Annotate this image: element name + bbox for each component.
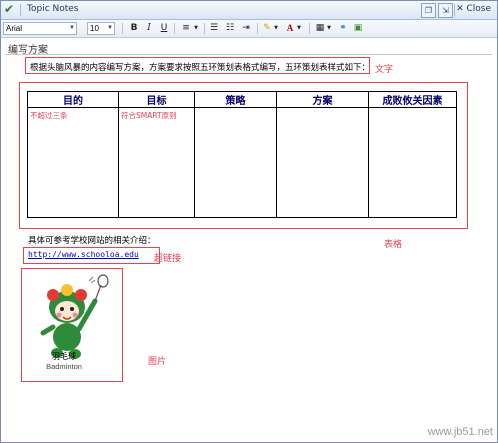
table-header-cell: 策略 bbox=[194, 91, 277, 108]
toolbar-separator bbox=[204, 23, 205, 34]
text-annotation-label: 文字 bbox=[375, 65, 394, 75]
table-header-cell: 目标 bbox=[118, 91, 195, 108]
image-annotation-label: 图片 bbox=[148, 357, 167, 367]
italic-button[interactable]: I bbox=[144, 22, 154, 34]
image-caption-chinese: 羽毛球 bbox=[52, 352, 76, 361]
hyperlink-icon[interactable]: ⚭ bbox=[337, 22, 349, 34]
table-cell[interactable] bbox=[368, 107, 457, 218]
watermark: www.jb51.net bbox=[427, 426, 493, 438]
table-header-cell: 方案 bbox=[276, 91, 369, 108]
title-bar: ✔ Topic Notes ❐ ⇲ ✕ Close bbox=[1, 1, 497, 20]
table-cell[interactable]: 符合SMART原则 bbox=[118, 107, 195, 218]
highlight-icon[interactable]: ✎ bbox=[261, 22, 273, 34]
restore-icon[interactable]: ❐ bbox=[421, 3, 436, 18]
school-website-link[interactable]: http://www.schooloa.edu bbox=[28, 250, 139, 259]
table-cell[interactable] bbox=[276, 107, 369, 218]
toolbar-separator bbox=[309, 23, 310, 34]
insert-image-icon[interactable]: ▣ bbox=[352, 22, 364, 34]
table-row: 不超过三条 符合SMART原则 bbox=[27, 107, 457, 218]
font-color-icon[interactable]: A bbox=[285, 22, 295, 34]
underline-button[interactable]: U bbox=[159, 22, 169, 34]
five-ring-plan-table: 目的 目标 策略 方案 成败攸关因素 不超过三条 符合SMART原则 bbox=[27, 91, 457, 218]
export-icon[interactable]: ⇲ bbox=[438, 3, 453, 18]
table-header-row: 目的 目标 策略 方案 成败攸关因素 bbox=[27, 91, 457, 108]
close-label: Close bbox=[466, 4, 491, 14]
topic-notes-window: ✔ Topic Notes ❐ ⇲ ✕ Close Arial ▼ 10 ▼ B… bbox=[0, 0, 498, 443]
link-annotation-label: 超链接 bbox=[154, 254, 182, 264]
table-icon[interactable]: ▦ bbox=[314, 22, 326, 34]
table-header-cell: 目的 bbox=[27, 91, 119, 108]
font-size-select[interactable]: 10 ▼ bbox=[87, 22, 115, 35]
table-annotation-label: 表格 bbox=[384, 240, 403, 250]
check-icon[interactable]: ✔ bbox=[4, 3, 16, 15]
title-divider bbox=[5, 54, 492, 55]
close-button[interactable]: ✕ Close bbox=[456, 4, 491, 14]
formatting-toolbar: Arial ▼ 10 ▼ B I U ≡ ▼ ☰ ☷ ⇥ ✎ ▼ A ▼ ▦ ▼… bbox=[1, 20, 497, 38]
close-icon: ✕ bbox=[456, 4, 467, 14]
table-cell[interactable] bbox=[194, 107, 277, 218]
bulleted-list-icon[interactable]: ☰ bbox=[208, 22, 220, 34]
font-family-value: Arial bbox=[6, 24, 23, 33]
intro-text: 根据头脑风暴的内容编写方案，方案要求按照五环策划表格式编写，五环策划表样式如下： bbox=[30, 63, 371, 73]
chevron-down-icon: ▼ bbox=[107, 25, 113, 31]
align-icon[interactable]: ≡ bbox=[179, 22, 193, 34]
toolbar-separator bbox=[257, 23, 258, 34]
numbered-list-icon[interactable]: ☷ bbox=[224, 22, 236, 34]
font-family-select[interactable]: Arial ▼ bbox=[3, 22, 77, 35]
title-separator-2 bbox=[454, 4, 455, 16]
toolbar-separator bbox=[122, 23, 123, 34]
chevron-down-icon[interactable]: ▼ bbox=[193, 22, 199, 34]
table-header-cell: 成败攸关因素 bbox=[368, 91, 457, 108]
image-caption-english: Badminton bbox=[46, 362, 82, 371]
chevron-down-icon[interactable]: ▼ bbox=[273, 22, 279, 34]
title-separator bbox=[20, 4, 21, 16]
table-cell[interactable]: 不超过三条 bbox=[27, 107, 119, 218]
indent-icon[interactable]: ⇥ bbox=[240, 22, 252, 34]
chevron-down-icon[interactable]: ▼ bbox=[296, 22, 302, 34]
font-size-value: 10 bbox=[90, 24, 99, 33]
reference-text: 具体可参考学校网站的相关介绍： bbox=[28, 236, 156, 246]
chevron-down-icon: ▼ bbox=[69, 25, 75, 31]
chevron-down-icon[interactable]: ▼ bbox=[326, 22, 332, 34]
window-title: Topic Notes bbox=[27, 4, 79, 14]
bold-button[interactable]: B bbox=[129, 22, 139, 34]
toolbar-separator bbox=[174, 23, 175, 34]
